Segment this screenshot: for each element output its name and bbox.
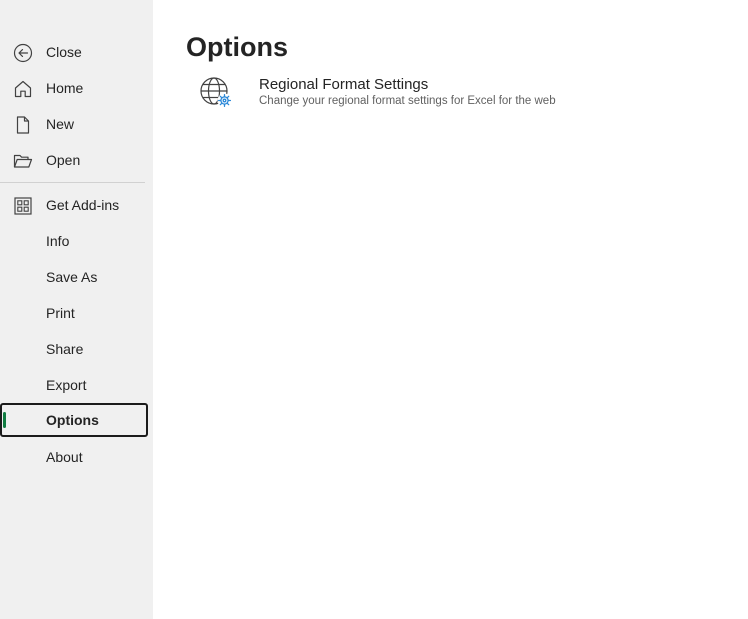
sidebar-item-export[interactable]: Export [0, 368, 148, 402]
sidebar-item-label: Share [46, 341, 84, 357]
sidebar-item-about[interactable]: About [0, 440, 148, 474]
sidebar-item-home[interactable]: Home [0, 71, 148, 105]
page-title: Options [186, 32, 288, 62]
backstage-sidebar: Close Home New Open Get Add-ins Info Sav… [0, 0, 153, 619]
option-description: Change your regional format settings for… [259, 95, 556, 107]
excel-backstage-view: Close Home New Open Get Add-ins Info Sav… [0, 0, 748, 619]
sidebar-item-label: Get Add-ins [46, 197, 120, 213]
sidebar-item-label: New [46, 116, 75, 132]
sidebar-item-info[interactable]: Info [0, 224, 148, 258]
option-title: Regional Format Settings [259, 76, 429, 93]
regional-format-settings-option[interactable]: Regional Format Settings Change your reg… [193, 70, 613, 116]
sidebar-item-label: Export [46, 377, 87, 393]
sidebar-item-open[interactable]: Open [0, 143, 148, 177]
sidebar-item-label: Info [46, 233, 70, 249]
sidebar-divider [0, 182, 145, 183]
sidebar-item-close[interactable]: Close [0, 35, 148, 69]
sidebar-item-label: Close [46, 44, 82, 60]
sidebar-item-label: Home [46, 80, 84, 96]
sidebar-item-label: Print [46, 305, 75, 321]
sidebar-item-get-add-ins[interactable]: Get Add-ins [0, 188, 148, 222]
new-document-icon [13, 115, 33, 135]
sidebar-item-options[interactable]: Options [0, 403, 148, 437]
back-arrow-icon [13, 43, 33, 63]
selected-indicator [3, 412, 6, 428]
options-pane: Options Regional Format Settings Change … [153, 0, 748, 619]
sidebar-item-save-as[interactable]: Save As [0, 260, 148, 294]
sidebar-item-label: Open [46, 152, 81, 168]
globe-gear-icon [199, 76, 233, 110]
sidebar-item-label: About [46, 449, 83, 465]
add-ins-icon [13, 196, 33, 216]
sidebar-item-share[interactable]: Share [0, 332, 148, 366]
home-icon [13, 79, 33, 99]
sidebar-item-new[interactable]: New [0, 107, 148, 141]
sidebar-item-label: Options [46, 412, 99, 428]
open-folder-icon [13, 151, 33, 171]
sidebar-item-print[interactable]: Print [0, 296, 148, 330]
sidebar-item-label: Save As [46, 269, 98, 285]
